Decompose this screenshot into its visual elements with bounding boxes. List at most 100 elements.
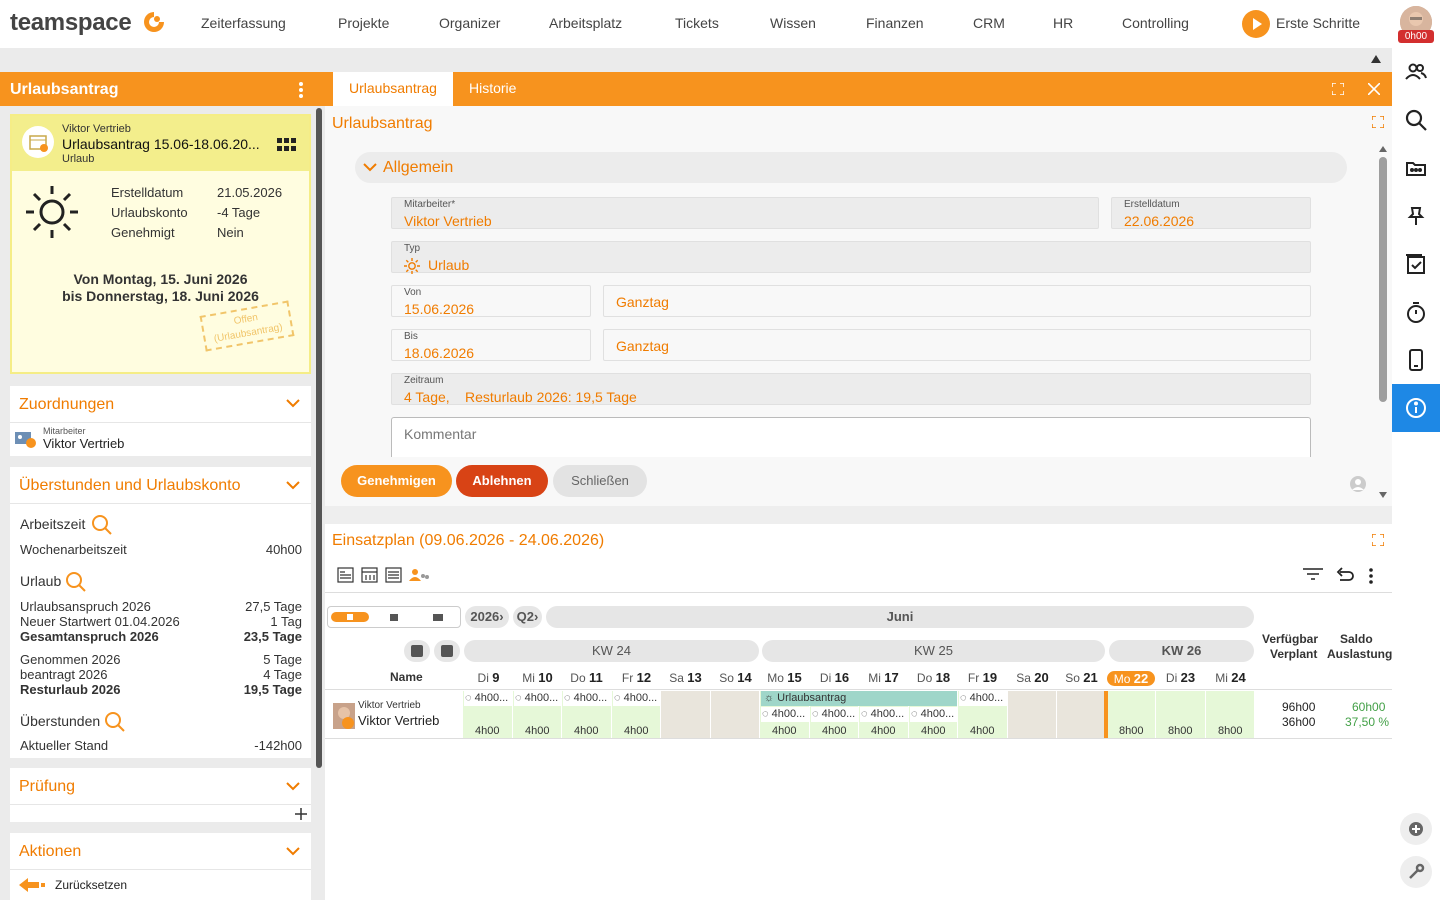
chevron-down-icon[interactable] xyxy=(286,481,300,490)
view-list-icon[interactable] xyxy=(385,567,402,583)
timer-icon[interactable] xyxy=(1404,300,1428,324)
tab-urlaubsantrag[interactable]: Urlaubsantrag xyxy=(333,72,453,106)
left-scrollbar[interactable] xyxy=(316,108,322,768)
zeitraum-field[interactable]: Zeitraum 4 Tage, Resturlaub 2026: 19,5 T… xyxy=(391,373,1311,405)
erste-schritte-link[interactable]: Erste Schritte xyxy=(1276,15,1360,31)
nav-arbeitsplatz[interactable]: Arbeitsplatz xyxy=(549,15,622,31)
reject-button[interactable]: Ablehnen xyxy=(456,465,548,497)
form-scrollbar[interactable] xyxy=(1379,157,1387,402)
chevron-down-icon[interactable] xyxy=(286,399,300,408)
filter-icon[interactable] xyxy=(1303,568,1323,582)
search-icon[interactable] xyxy=(91,514,113,536)
overtime-title[interactable]: Überstunden und Urlaubskonto xyxy=(19,477,240,495)
team-icon[interactable] xyxy=(409,567,429,583)
appointment-chip[interactable]: ◌ 4h00... xyxy=(860,707,908,722)
aktionen-title[interactable]: Aktionen xyxy=(19,843,81,861)
appointment-chip[interactable]: ◌ 4h00... xyxy=(811,707,858,722)
weekend-cell[interactable] xyxy=(711,691,760,738)
zoom-week-icon[interactable] xyxy=(390,614,398,621)
kommentar-input[interactable]: Kommentar xyxy=(391,417,1311,457)
nav-wissen[interactable]: Wissen xyxy=(770,15,816,31)
prev-week-icon[interactable] xyxy=(404,640,430,662)
appointment-chip[interactable]: ◌ 4h00... xyxy=(910,707,957,722)
nav-projekte[interactable]: Projekte xyxy=(338,15,389,31)
appointment-chip[interactable]: ◌ 4h00... xyxy=(761,707,809,722)
form-scroll-up-icon[interactable] xyxy=(1379,146,1387,152)
play-icon[interactable] xyxy=(1242,10,1270,38)
expand-icon[interactable] xyxy=(1372,534,1384,546)
weekend-cell[interactable] xyxy=(1008,691,1057,738)
card-row-label: Urlaubskonto xyxy=(111,205,188,220)
nav-tickets[interactable]: Tickets xyxy=(675,15,719,31)
view-card-icon[interactable] xyxy=(337,567,354,583)
nav-finanzen[interactable]: Finanzen xyxy=(866,15,924,31)
tasks-icon[interactable] xyxy=(1404,252,1428,276)
view-calendar-icon[interactable] xyxy=(361,567,378,583)
folder-icon[interactable] xyxy=(1404,156,1428,180)
mitarbeiter-field[interactable]: Mitarbeiter* Viktor Vertrieb xyxy=(391,197,1099,229)
von-ganztag-field[interactable]: Ganztag xyxy=(603,285,1311,317)
search-icon[interactable] xyxy=(1404,108,1428,132)
section-allgemein[interactable]: Allgemein xyxy=(355,152,1347,183)
nav-organizer[interactable]: Organizer xyxy=(439,15,500,31)
nav-zeiterfassung[interactable]: Zeiterfassung xyxy=(201,15,286,31)
add-circle-icon[interactable] xyxy=(1400,813,1432,845)
wrench-icon[interactable] xyxy=(1400,856,1432,888)
chevron-down-icon[interactable] xyxy=(286,847,300,856)
search-icon[interactable] xyxy=(65,571,87,593)
nav-hr[interactable]: HR xyxy=(1053,15,1073,31)
search-icon[interactable] xyxy=(104,711,126,733)
appointment-chip[interactable]: ◌ 4h00... xyxy=(613,691,660,706)
pruefung-title[interactable]: Prüfung xyxy=(19,778,75,796)
approve-button[interactable]: Genehmigen xyxy=(341,465,452,497)
typ-field[interactable]: Typ Urlaub xyxy=(391,241,1311,274)
weekend-cell[interactable] xyxy=(1057,691,1107,738)
zoom-control[interactable] xyxy=(327,606,461,628)
col-auslastung: Auslastung xyxy=(1327,647,1393,661)
users-icon[interactable] xyxy=(1404,60,1428,84)
day-header: Do 11 xyxy=(570,670,603,685)
more-vert-icon[interactable] xyxy=(1368,567,1374,585)
plus-icon[interactable] xyxy=(295,808,307,820)
appointment-chip[interactable]: ◌ 4h00... xyxy=(563,691,611,706)
hours-label: 4h00 xyxy=(970,725,995,737)
more-vert-icon[interactable] xyxy=(298,81,304,99)
divider xyxy=(10,804,311,805)
chevron-down-icon[interactable] xyxy=(286,782,300,791)
assignment-value[interactable]: Viktor Vertrieb xyxy=(43,436,124,451)
zoom-day-icon[interactable] xyxy=(331,612,369,622)
nav-controlling[interactable]: Controlling xyxy=(1122,15,1189,31)
quarter-nav[interactable]: Q2› xyxy=(513,606,542,628)
erstelldatum-field[interactable]: Erstelldatum 22.06.2026 xyxy=(1111,197,1311,229)
year-nav[interactable]: 2026› xyxy=(465,606,509,628)
zuordnungen-title[interactable]: Zuordnungen xyxy=(19,396,114,414)
grid-menu-icon[interactable] xyxy=(277,138,297,152)
close-icon[interactable] xyxy=(1368,83,1380,95)
tab-historie[interactable]: Historie xyxy=(453,72,532,106)
leave-request-bar[interactable]: ☼ Urlaubsantrag xyxy=(761,691,957,706)
appointment-chip[interactable]: ◌ 4h00... xyxy=(959,691,1007,706)
fullscreen-icon[interactable] xyxy=(1332,83,1344,95)
von-field[interactable]: Von 15.06.2026 xyxy=(391,285,591,317)
bis-field[interactable]: Bis 18.06.2026 xyxy=(391,329,591,361)
mobile-icon[interactable] xyxy=(1404,348,1428,372)
bis-ganztag-field[interactable]: Ganztag xyxy=(603,329,1311,361)
reset-action[interactable]: Zurücksetzen xyxy=(55,878,127,892)
pin-icon[interactable] xyxy=(1404,204,1428,228)
collapse-up-icon[interactable] xyxy=(1371,55,1381,63)
appointment-chip[interactable]: ◌ 4h00... xyxy=(514,691,561,706)
zoom-month-icon[interactable] xyxy=(433,614,443,621)
person-name[interactable]: Viktor Vertrieb xyxy=(358,713,439,728)
close-button[interactable]: Schließen xyxy=(553,465,647,497)
request-card[interactable]: Viktor Vertrieb Urlaubsantrag 15.06-18.0… xyxy=(10,114,311,374)
undo-icon[interactable] xyxy=(1336,566,1354,584)
nav-crm[interactable]: CRM xyxy=(973,15,1005,31)
next-week-icon[interactable] xyxy=(434,640,460,662)
logo[interactable]: teamspace xyxy=(10,9,132,37)
appointment-chip[interactable]: ◌ 4h00... xyxy=(464,691,512,706)
weekend-cell[interactable] xyxy=(661,691,711,738)
info-tab[interactable] xyxy=(1392,384,1440,432)
user-circle-icon[interactable] xyxy=(1349,475,1367,493)
form-scroll-down-icon[interactable] xyxy=(1379,492,1387,498)
expand-icon[interactable] xyxy=(1372,116,1384,128)
